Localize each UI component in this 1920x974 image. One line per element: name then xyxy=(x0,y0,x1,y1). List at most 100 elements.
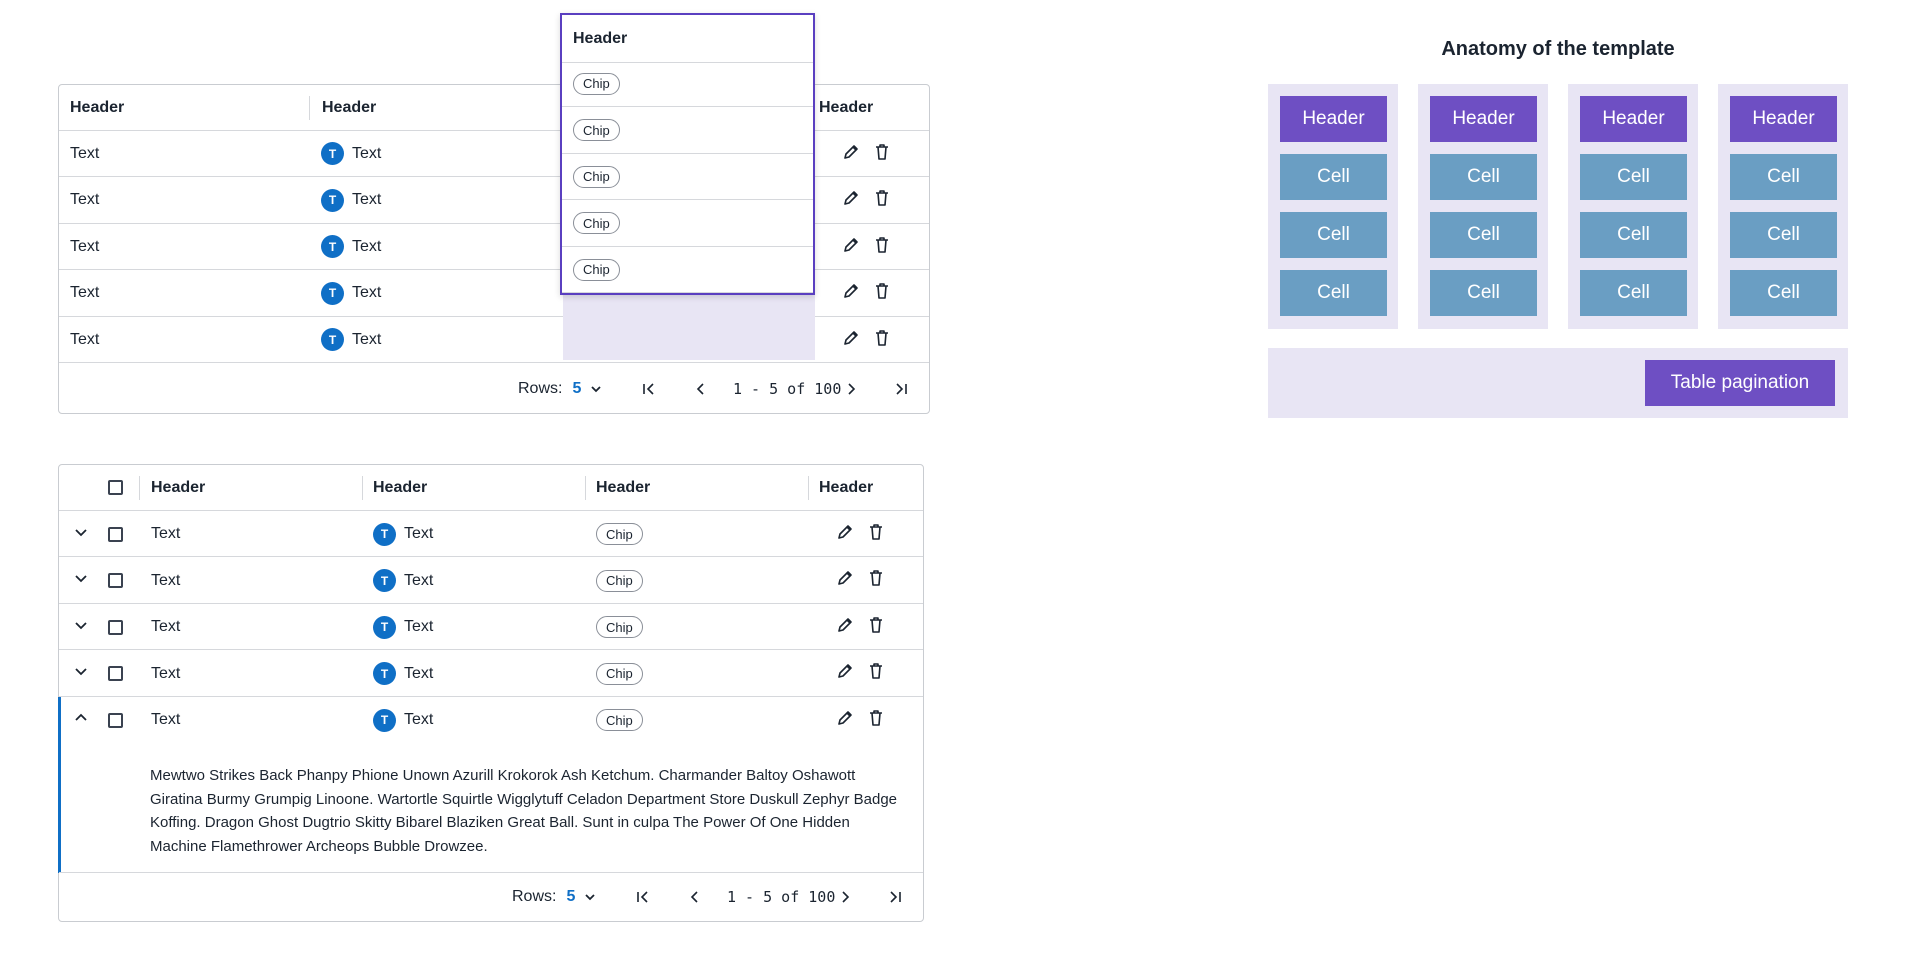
delete-button[interactable] xyxy=(864,708,888,732)
next-page-button[interactable] xyxy=(837,873,853,921)
avatar: T xyxy=(321,142,344,165)
column-drop-placeholder xyxy=(563,290,815,360)
expand-toggle[interactable] xyxy=(69,522,93,546)
rows-per-page[interactable]: Rows: 5 xyxy=(518,365,603,413)
previous-page-button[interactable] xyxy=(687,873,703,921)
edit-button[interactable] xyxy=(839,189,863,213)
trash-icon xyxy=(866,708,886,733)
avatar: T xyxy=(321,188,344,212)
dragged-column-cell: Chip xyxy=(562,154,813,200)
chevron-down-icon xyxy=(73,570,89,591)
dragged-column-header[interactable]: Header xyxy=(562,15,813,63)
trash-icon xyxy=(872,281,892,306)
edit-button[interactable] xyxy=(839,282,863,306)
trash-icon xyxy=(866,522,886,547)
column-divider[interactable] xyxy=(808,476,809,500)
delete-button[interactable] xyxy=(864,569,888,593)
chip[interactable]: Chip xyxy=(596,569,643,592)
table-row[interactable]: Text T Text Chip xyxy=(59,558,923,604)
delete-button[interactable] xyxy=(870,189,894,213)
delete-button[interactable] xyxy=(864,615,888,639)
delete-button[interactable] xyxy=(870,328,894,352)
first-page-button[interactable] xyxy=(641,365,657,413)
avatar: T xyxy=(373,522,396,546)
select-all-checkbox[interactable] xyxy=(108,480,123,495)
user-cell: T Text xyxy=(321,178,381,223)
column-header[interactable]: Header xyxy=(322,85,376,130)
expanded-row-content: Mewtwo Strikes Back Phanpy Phione Unown … xyxy=(150,767,898,855)
dragged-column[interactable]: Header Chip Chip Chip Chip Chip xyxy=(560,13,815,295)
chip[interactable]: Chip xyxy=(573,212,620,234)
column-header[interactable]: Header xyxy=(819,85,873,130)
expand-toggle[interactable] xyxy=(69,708,93,732)
text-cell: Text xyxy=(70,330,100,348)
anatomy-column: Header Cell Cell Cell xyxy=(1418,84,1548,329)
pencil-icon xyxy=(841,188,861,213)
chip-cell: Chip xyxy=(596,604,643,650)
first-page-button[interactable] xyxy=(635,873,651,921)
chip[interactable]: Chip xyxy=(573,258,620,281)
delete-button[interactable] xyxy=(870,235,894,259)
column-header[interactable]: Header xyxy=(373,465,427,510)
chip[interactable]: Chip xyxy=(573,72,620,95)
column-divider[interactable] xyxy=(139,476,140,500)
avatar: T xyxy=(373,708,396,732)
user-name: Text xyxy=(352,144,382,162)
row-checkbox[interactable] xyxy=(108,712,123,728)
previous-page-button[interactable] xyxy=(693,365,709,413)
page-range: 1 - 5 of 100 xyxy=(727,888,836,906)
avatar: T xyxy=(321,328,344,351)
last-page-button[interactable] xyxy=(887,873,903,921)
table-row[interactable]: Text T Text Chip xyxy=(59,511,923,557)
user-name: Text xyxy=(404,711,434,728)
column-divider[interactable] xyxy=(585,476,586,500)
chip[interactable]: Chip xyxy=(596,709,643,731)
chip[interactable]: Chip xyxy=(573,119,620,141)
expand-toggle[interactable] xyxy=(69,615,93,639)
row-checkbox[interactable] xyxy=(108,619,123,635)
edit-button[interactable] xyxy=(839,328,863,352)
next-page-button[interactable] xyxy=(843,365,859,413)
row-checkbox[interactable] xyxy=(108,573,123,588)
column-header[interactable]: Header xyxy=(70,85,124,130)
last-page-button[interactable] xyxy=(893,365,909,413)
delete-button[interactable] xyxy=(864,662,888,686)
column-header[interactable]: Header xyxy=(819,465,873,510)
text-cell: Text xyxy=(151,664,181,682)
column-header[interactable]: Header xyxy=(151,465,205,510)
rows-value: 5 xyxy=(572,380,582,397)
expand-toggle[interactable] xyxy=(69,662,93,686)
chevron-up-icon xyxy=(73,710,89,731)
anatomy-pagination: Table pagination xyxy=(1645,360,1835,406)
edit-button[interactable] xyxy=(839,235,863,259)
delete-button[interactable] xyxy=(870,282,894,306)
chip[interactable]: Chip xyxy=(596,523,643,545)
chip[interactable]: Chip xyxy=(596,616,643,638)
edit-button[interactable] xyxy=(839,142,863,166)
edit-button[interactable] xyxy=(833,569,857,593)
rows-per-page[interactable]: Rows: 5 xyxy=(512,873,597,921)
edit-button[interactable] xyxy=(833,615,857,639)
text-cell: Text xyxy=(151,525,181,542)
column-header[interactable]: Header xyxy=(596,465,650,510)
chip[interactable]: Chip xyxy=(596,662,643,685)
edit-button[interactable] xyxy=(833,708,857,732)
expand-toggle[interactable] xyxy=(69,569,93,593)
delete-button[interactable] xyxy=(870,142,894,166)
chip[interactable]: Chip xyxy=(573,165,620,188)
rows-value: 5 xyxy=(566,888,576,905)
text-cell: Text xyxy=(70,191,100,208)
delete-button[interactable] xyxy=(864,522,888,546)
column-divider[interactable] xyxy=(362,476,363,500)
column-divider[interactable] xyxy=(309,96,310,120)
table-row[interactable]: Text T Text Chip xyxy=(59,651,923,697)
select-cell xyxy=(108,651,123,697)
edit-button[interactable] xyxy=(833,522,857,546)
select-all-cell xyxy=(108,465,123,510)
anatomy-header: Header xyxy=(1280,96,1387,142)
row-checkbox[interactable] xyxy=(108,666,123,681)
table-row[interactable]: Text T Text Chip xyxy=(59,604,923,650)
edit-button[interactable] xyxy=(833,662,857,686)
avatar: T xyxy=(373,615,396,639)
row-checkbox[interactable] xyxy=(108,526,123,542)
